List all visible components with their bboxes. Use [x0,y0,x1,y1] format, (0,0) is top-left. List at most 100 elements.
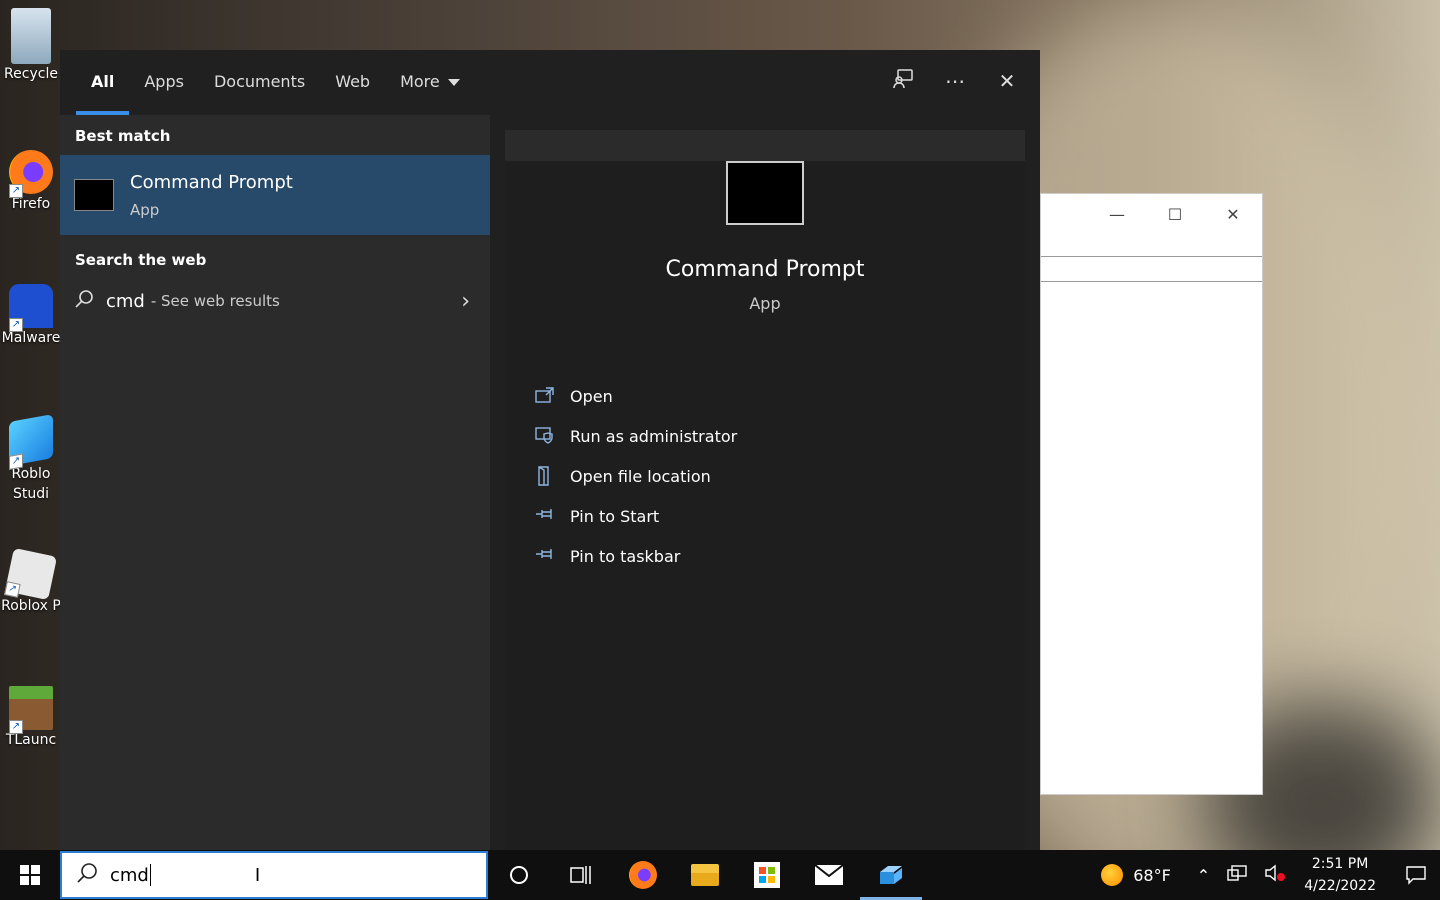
tab-all[interactable]: All [76,51,130,115]
desktop-icon-label: Malware [1,330,61,346]
clock[interactable]: 2:51 PM 4/22/2022 [1304,853,1376,897]
tab-more[interactable]: More [385,51,475,115]
desktop-icon-roblox-player[interactable]: ↗ Roblox P [0,547,62,614]
minimize-icon[interactable]: — [1088,205,1146,224]
tab-label: Web [335,72,371,91]
malwarebytes-icon: ↗ [9,284,53,332]
text-cursor [149,864,151,886]
cortana-icon [510,866,528,884]
recycle-bin-icon [11,8,51,64]
pin-icon [535,506,555,526]
action-label: Pin to Start [570,506,660,526]
app-icon [880,866,902,884]
shortcut-arrow-icon: ↗ [9,184,23,198]
start-button[interactable] [0,850,60,900]
tab-web[interactable]: Web [320,51,385,115]
sun-icon [1101,864,1124,886]
action-open[interactable]: Open [505,376,1025,416]
maximize-icon[interactable]: ☐ [1146,205,1204,224]
taskbar-search-input[interactable]: cmd I [60,851,488,899]
command-prompt-icon [74,179,114,211]
command-prompt-large-icon [726,161,804,225]
detail-name: Command Prompt [665,257,865,282]
action-label: Open [570,386,613,406]
store-icon [754,862,780,888]
taskbar: cmd I 68°F ⌃ 2:51 PM 4/22/2022 [0,850,1440,900]
result-name: Command Prompt [130,171,293,193]
firefox-icon [629,861,657,889]
results-list: Best match Command Prompt App Search the… [60,115,490,850]
result-type: App [130,200,160,219]
taskbar-file-explorer[interactable] [674,850,736,900]
windows-logo-icon [20,865,40,885]
clock-time: 2:51 PM [1311,856,1369,872]
detail-type: App [749,294,781,313]
desktop-icon-firefox[interactable]: ↗ Firefo [0,150,62,212]
tab-label: Apps [144,72,184,91]
window-titlebar: — ☐ ✕ [1041,194,1262,234]
tab-apps[interactable]: Apps [129,51,199,115]
tab-documents[interactable]: Documents [199,51,320,115]
action-pin-to-taskbar[interactable]: Pin to taskbar [505,536,1025,576]
shield-icon [535,426,555,446]
search-icon [74,289,94,313]
search-tabs: All Apps Documents Web More ⋯ ✕ [60,50,1040,115]
chevron-right-icon[interactable]: › [461,289,470,314]
taskbar-firefox[interactable] [612,850,674,900]
minecraft-block-icon: ↗ [9,686,53,734]
detail-header: Command Prompt App [505,161,1025,383]
desktop-icon-roblox-studio[interactable]: ↗ Roblo Studi [0,414,62,504]
web-suffix: - See web results [150,292,280,310]
notification-center-button[interactable] [1392,850,1440,900]
roblox-studio-icon: ↗ [9,414,53,470]
search-web-heading: Search the web [75,251,207,269]
folder-icon [691,864,719,886]
best-match-heading: Best match [75,127,171,145]
desktop-icon-label: Roblox P [1,598,61,614]
close-icon[interactable]: ✕ [1204,205,1262,224]
feedback-icon[interactable] [890,68,916,94]
tab-label: More [400,72,440,91]
weather-temperature: 68°F [1133,865,1171,885]
desktop-icon-recycle-bin[interactable]: Recycle [0,8,62,82]
notification-icon [1406,866,1426,885]
panel-actions: ⋯ ✕ [890,68,1020,94]
web-result-cmd[interactable]: cmd - See web results › [60,279,490,323]
action-pin-to-start[interactable]: Pin to Start [505,496,1025,536]
taskbar-store[interactable] [736,850,798,900]
network-icon[interactable] [1226,864,1248,886]
shortcut-arrow-icon: ↗ [4,581,21,598]
close-icon[interactable]: ✕ [994,68,1020,94]
window-toolbar [1041,256,1262,282]
action-label: Pin to taskbar [570,546,681,566]
best-match-command-prompt[interactable]: Command Prompt App [60,155,490,235]
task-view-button[interactable] [550,850,612,900]
action-label: Run as administrator [570,426,738,446]
folder-icon [535,466,555,486]
desktop-icon-tlauncher[interactable]: ↗ TLaunc [0,686,62,748]
caret-down-icon [447,79,460,86]
action-label: Open file location [570,466,711,486]
mail-icon [814,864,844,885]
taskbar-mail[interactable] [798,850,860,900]
weather-widget[interactable]: 68°F [1101,864,1171,886]
search-panel: All Apps Documents Web More ⋯ ✕ Best mat… [60,50,1040,850]
shortcut-arrow-icon: ↗ [9,453,23,470]
mouse-ibeam-icon: I [254,864,261,886]
clock-date: 4/22/2022 [1304,878,1376,894]
volume-muted-icon[interactable] [1264,864,1286,886]
roblox-player-icon: ↗ [4,547,58,601]
open-icon [535,386,555,406]
more-options-icon[interactable]: ⋯ [942,68,968,94]
cortana-button[interactable] [488,850,550,900]
action-run-as-administrator[interactable]: Run as administrator [505,416,1025,456]
detail-pane: Command Prompt App Open Run as administr… [505,130,1025,850]
desktop-icon-malwarebytes[interactable]: ↗ Malware [0,284,62,346]
background-window[interactable]: — ☐ ✕ [1040,193,1263,795]
chevron-up-icon[interactable]: ⌃ [1197,866,1210,885]
search-query-text: cmd [110,864,149,886]
taskbar-app-active[interactable] [860,850,922,900]
action-open-file-location[interactable]: Open file location [505,456,1025,496]
shortcut-arrow-icon: ↗ [9,318,23,332]
desktop-icon-label: TLaunc [5,732,57,748]
